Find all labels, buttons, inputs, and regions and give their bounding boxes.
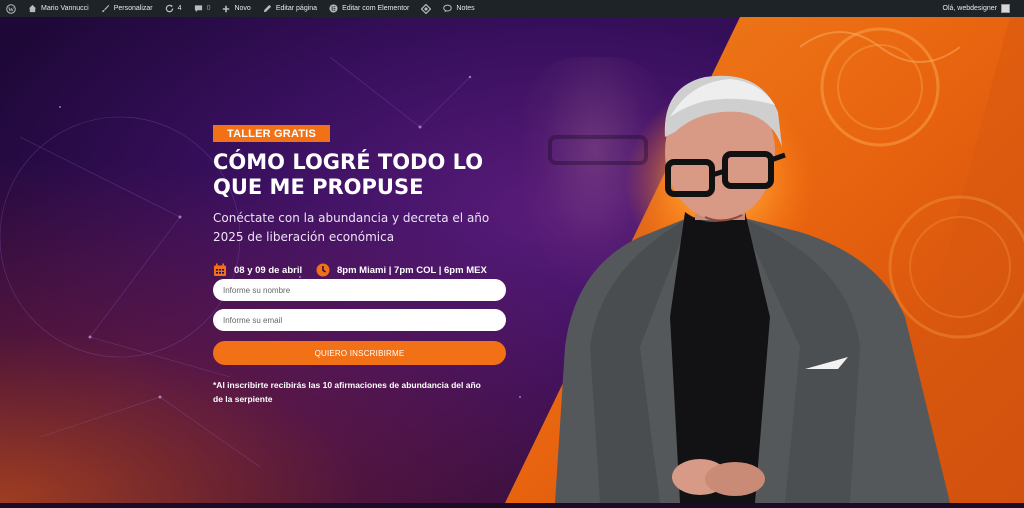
notes-link[interactable]: Notes	[437, 0, 480, 17]
email-field[interactable]	[213, 309, 506, 331]
site-name-link[interactable]: Mario Vannucci	[22, 0, 95, 17]
diamond-link[interactable]	[415, 0, 437, 17]
hero-title: CÓMO LOGRÉ TODO LO QUE ME PROPUSE	[213, 150, 533, 200]
title-line-1: CÓMO LOGRÉ TODO LO	[213, 150, 484, 174]
free-workshop-badge: TALLER GRATIS	[213, 125, 330, 142]
avatar	[1001, 4, 1010, 13]
notes-label: Notes	[456, 5, 475, 12]
plus-icon	[223, 5, 230, 12]
wordpress-icon: W	[6, 3, 16, 14]
brush-icon	[101, 4, 110, 13]
admin-bar: W Mario Vannucci Personalizar 4 0 Novo E…	[0, 0, 1024, 17]
comment-icon	[194, 5, 202, 13]
presenter-photo	[555, 75, 950, 503]
customize-link[interactable]: Personalizar	[95, 0, 159, 17]
edit-elementor-label: Editar com Elementor	[342, 5, 410, 12]
edit-page-link[interactable]: Editar página	[257, 0, 323, 17]
edit-elementor-link[interactable]: Editar com Elementor	[323, 0, 415, 17]
hero-subtitle: Conéctate con la abundancia y decreta el…	[213, 209, 523, 247]
note-line-1: *Al inscribirte recibirás las 10 afirmac…	[213, 380, 481, 390]
signup-note: *Al inscribirte recibirás las 10 afirmac…	[213, 378, 513, 406]
svg-text:W: W	[8, 7, 14, 13]
hero-section: TALLER GRATIS CÓMO LOGRÉ TODO LO QUE ME …	[0, 17, 1024, 503]
new-content-link[interactable]: Novo	[216, 0, 256, 17]
event-date-text: 08 y 09 de abril	[234, 264, 303, 276]
customize-label: Personalizar	[113, 5, 153, 12]
diamond-icon	[421, 3, 432, 14]
speech-bubble-icon	[443, 4, 453, 13]
note-line-2: de la serpiente	[213, 394, 273, 404]
comments-count: 0	[206, 5, 211, 12]
event-time-text: 8pm Miami | 7pm COL | 6pm MEX	[337, 264, 487, 276]
my-account[interactable]: Olá, webdesigner	[943, 4, 1024, 13]
refresh-icon	[165, 4, 173, 13]
event-date: 08 y 09 de abril	[213, 263, 302, 277]
updates-count: 4	[177, 5, 182, 12]
subtitle-line-2: 2025 de liberación económica	[213, 230, 395, 244]
subscribe-button[interactable]: QUIERO INSCRIBIRME	[213, 341, 506, 365]
comments-link[interactable]: 0	[188, 0, 217, 17]
elementor-icon	[329, 4, 338, 13]
greeting: Olá, webdesigner	[942, 5, 997, 12]
edit-page-label: Editar página	[275, 5, 318, 12]
name-field[interactable]	[213, 279, 506, 301]
site-name: Mario Vannucci	[41, 5, 89, 12]
clock-icon	[316, 263, 330, 277]
updates-link[interactable]: 4	[159, 0, 188, 17]
pencil-icon	[263, 4, 271, 13]
hero-bottom-edge	[0, 503, 1024, 508]
calendar-icon	[214, 263, 226, 276]
new-label: Novo	[234, 5, 251, 12]
subtitle-line-1: Conéctate con la abundancia y decreta el…	[213, 211, 490, 225]
wordpress-menu[interactable]: W	[0, 0, 22, 17]
event-time: 8pm Miami | 7pm COL | 6pm MEX	[316, 263, 487, 277]
title-line-2: QUE ME PROPUSE	[213, 175, 424, 199]
home-icon	[28, 4, 37, 13]
